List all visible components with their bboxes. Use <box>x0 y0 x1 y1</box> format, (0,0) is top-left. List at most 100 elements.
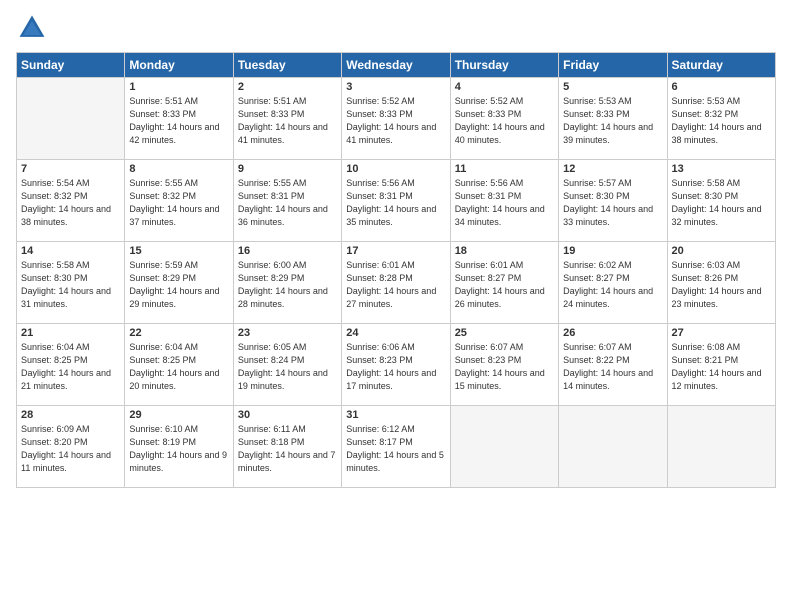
header-cell-saturday: Saturday <box>667 53 775 78</box>
day-info: Sunrise: 5:57 AM Sunset: 8:30 PM Dayligh… <box>563 177 662 229</box>
day-number: 8 <box>129 163 228 175</box>
day-cell: 7 Sunrise: 5:54 AM Sunset: 8:32 PM Daylig… <box>17 160 125 242</box>
day-info: Sunrise: 6:02 AM Sunset: 8:27 PM Dayligh… <box>563 259 662 311</box>
day-number: 14 <box>21 245 120 257</box>
day-number: 27 <box>672 327 771 339</box>
day-cell: 25 Sunrise: 6:07 AM Sunset: 8:23 PM Dayli… <box>450 324 558 406</box>
day-cell: 24 Sunrise: 6:06 AM Sunset: 8:23 PM Dayli… <box>342 324 450 406</box>
day-number: 10 <box>346 163 445 175</box>
day-info: Sunrise: 6:00 AM Sunset: 8:29 PM Dayligh… <box>238 259 337 311</box>
day-info: Sunrise: 5:58 AM Sunset: 8:30 PM Dayligh… <box>672 177 771 229</box>
week-row-1: 7 Sunrise: 5:54 AM Sunset: 8:32 PM Daylig… <box>17 160 776 242</box>
header <box>16 12 776 44</box>
day-cell: 1 Sunrise: 5:51 AM Sunset: 8:33 PM Daylig… <box>125 78 233 160</box>
day-number: 11 <box>455 163 554 175</box>
day-info: Sunrise: 6:06 AM Sunset: 8:23 PM Dayligh… <box>346 341 445 393</box>
header-cell-monday: Monday <box>125 53 233 78</box>
day-cell: 10Sunrise: 5:56 AM Sunset: 8:31 PM Dayli… <box>342 160 450 242</box>
day-cell: 26Sunrise: 6:07 AM Sunset: 8:22 PM Dayli… <box>559 324 667 406</box>
day-number: 22 <box>129 327 228 339</box>
calendar-table: SundayMondayTuesdayWednesdayThursdayFrid… <box>16 52 776 488</box>
day-info: Sunrise: 6:09 AM Sunset: 8:20 PM Dayligh… <box>21 423 120 475</box>
day-cell: 15 Sunrise: 5:59 AM Sunset: 8:29 PM Dayli… <box>125 242 233 324</box>
day-info: Sunrise: 6:01 AM Sunset: 8:27 PM Dayligh… <box>455 259 554 311</box>
day-info: Sunrise: 5:53 AM Sunset: 8:33 PM Dayligh… <box>563 95 662 147</box>
day-info: Sunrise: 5:51 AM Sunset: 8:33 PM Dayligh… <box>129 95 228 147</box>
week-row-4: 28 Sunrise: 6:09 AM Sunset: 8:20 PM Dayli… <box>17 406 776 488</box>
day-info: Sunrise: 6:12 AM Sunset: 8:17 PM Dayligh… <box>346 423 445 475</box>
day-number: 24 <box>346 327 445 339</box>
day-cell: 2Sunrise: 5:51 AM Sunset: 8:33 PM Daylig… <box>233 78 341 160</box>
day-cell: 6 Sunrise: 5:53 AM Sunset: 8:32 PM Daylig… <box>667 78 775 160</box>
day-cell: 31 Sunrise: 6:12 AM Sunset: 8:17 PM Dayli… <box>342 406 450 488</box>
day-number: 6 <box>672 81 771 93</box>
day-number: 15 <box>129 245 228 257</box>
week-row-2: 14 Sunrise: 5:58 AM Sunset: 8:30 PM Dayli… <box>17 242 776 324</box>
day-info: Sunrise: 5:54 AM Sunset: 8:32 PM Dayligh… <box>21 177 120 229</box>
day-number: 9 <box>238 163 337 175</box>
day-info: Sunrise: 5:52 AM Sunset: 8:33 PM Dayligh… <box>346 95 445 147</box>
day-number: 7 <box>21 163 120 175</box>
day-cell: 20 Sunrise: 6:03 AM Sunset: 8:26 PM Dayli… <box>667 242 775 324</box>
day-cell: 11 Sunrise: 5:56 AM Sunset: 8:31 PM Dayli… <box>450 160 558 242</box>
day-number: 23 <box>238 327 337 339</box>
day-cell <box>667 406 775 488</box>
day-cell: 22 Sunrise: 6:04 AM Sunset: 8:25 PM Dayli… <box>125 324 233 406</box>
header-cell-friday: Friday <box>559 53 667 78</box>
day-number: 4 <box>455 81 554 93</box>
day-number: 17 <box>346 245 445 257</box>
day-cell: 19 Sunrise: 6:02 AM Sunset: 8:27 PM Dayli… <box>559 242 667 324</box>
page: SundayMondayTuesdayWednesdayThursdayFrid… <box>0 0 792 612</box>
day-info: Sunrise: 5:58 AM Sunset: 8:30 PM Dayligh… <box>21 259 120 311</box>
day-number: 1 <box>129 81 228 93</box>
day-info: Sunrise: 6:05 AM Sunset: 8:24 PM Dayligh… <box>238 341 337 393</box>
day-number: 20 <box>672 245 771 257</box>
header-cell-wednesday: Wednesday <box>342 53 450 78</box>
day-info: Sunrise: 6:01 AM Sunset: 8:28 PM Dayligh… <box>346 259 445 311</box>
day-number: 19 <box>563 245 662 257</box>
day-info: Sunrise: 6:10 AM Sunset: 8:19 PM Dayligh… <box>129 423 228 475</box>
day-number: 25 <box>455 327 554 339</box>
day-info: Sunrise: 6:04 AM Sunset: 8:25 PM Dayligh… <box>21 341 120 393</box>
day-info: Sunrise: 6:07 AM Sunset: 8:23 PM Dayligh… <box>455 341 554 393</box>
day-cell: 4 Sunrise: 5:52 AM Sunset: 8:33 PM Daylig… <box>450 78 558 160</box>
day-number: 28 <box>21 409 120 421</box>
day-info: Sunrise: 5:53 AM Sunset: 8:32 PM Dayligh… <box>672 95 771 147</box>
day-cell <box>559 406 667 488</box>
header-cell-sunday: Sunday <box>17 53 125 78</box>
day-number: 30 <box>238 409 337 421</box>
day-cell: 16Sunrise: 6:00 AM Sunset: 8:29 PM Dayli… <box>233 242 341 324</box>
day-info: Sunrise: 6:03 AM Sunset: 8:26 PM Dayligh… <box>672 259 771 311</box>
day-info: Sunrise: 5:59 AM Sunset: 8:29 PM Dayligh… <box>129 259 228 311</box>
day-number: 31 <box>346 409 445 421</box>
day-cell: 17 Sunrise: 6:01 AM Sunset: 8:28 PM Dayli… <box>342 242 450 324</box>
week-row-0: 1 Sunrise: 5:51 AM Sunset: 8:33 PM Daylig… <box>17 78 776 160</box>
day-number: 3 <box>346 81 445 93</box>
day-cell: 8 Sunrise: 5:55 AM Sunset: 8:32 PM Daylig… <box>125 160 233 242</box>
day-info: Sunrise: 5:52 AM Sunset: 8:33 PM Dayligh… <box>455 95 554 147</box>
day-number: 29 <box>129 409 228 421</box>
day-cell: 12Sunrise: 5:57 AM Sunset: 8:30 PM Dayli… <box>559 160 667 242</box>
day-cell: 3 Sunrise: 5:52 AM Sunset: 8:33 PM Daylig… <box>342 78 450 160</box>
day-info: Sunrise: 6:04 AM Sunset: 8:25 PM Dayligh… <box>129 341 228 393</box>
day-info: Sunrise: 5:56 AM Sunset: 8:31 PM Dayligh… <box>455 177 554 229</box>
day-info: Sunrise: 6:11 AM Sunset: 8:18 PM Dayligh… <box>238 423 337 475</box>
week-row-3: 21Sunrise: 6:04 AM Sunset: 8:25 PM Dayli… <box>17 324 776 406</box>
day-cell: 27 Sunrise: 6:08 AM Sunset: 8:21 PM Dayli… <box>667 324 775 406</box>
day-cell: 21Sunrise: 6:04 AM Sunset: 8:25 PM Dayli… <box>17 324 125 406</box>
day-cell: 29 Sunrise: 6:10 AM Sunset: 8:19 PM Dayli… <box>125 406 233 488</box>
day-number: 2 <box>238 81 337 93</box>
day-info: Sunrise: 6:07 AM Sunset: 8:22 PM Dayligh… <box>563 341 662 393</box>
day-cell: 30 Sunrise: 6:11 AM Sunset: 8:18 PM Dayli… <box>233 406 341 488</box>
day-info: Sunrise: 6:08 AM Sunset: 8:21 PM Dayligh… <box>672 341 771 393</box>
day-cell: 5Sunrise: 5:53 AM Sunset: 8:33 PM Daylig… <box>559 78 667 160</box>
day-cell: 9Sunrise: 5:55 AM Sunset: 8:31 PM Daylig… <box>233 160 341 242</box>
day-info: Sunrise: 5:55 AM Sunset: 8:32 PM Dayligh… <box>129 177 228 229</box>
day-cell <box>450 406 558 488</box>
day-cell <box>17 78 125 160</box>
day-cell: 28 Sunrise: 6:09 AM Sunset: 8:20 PM Dayli… <box>17 406 125 488</box>
header-cell-tuesday: Tuesday <box>233 53 341 78</box>
logo-icon <box>16 12 48 44</box>
header-cell-thursday: Thursday <box>450 53 558 78</box>
logo <box>16 12 52 44</box>
